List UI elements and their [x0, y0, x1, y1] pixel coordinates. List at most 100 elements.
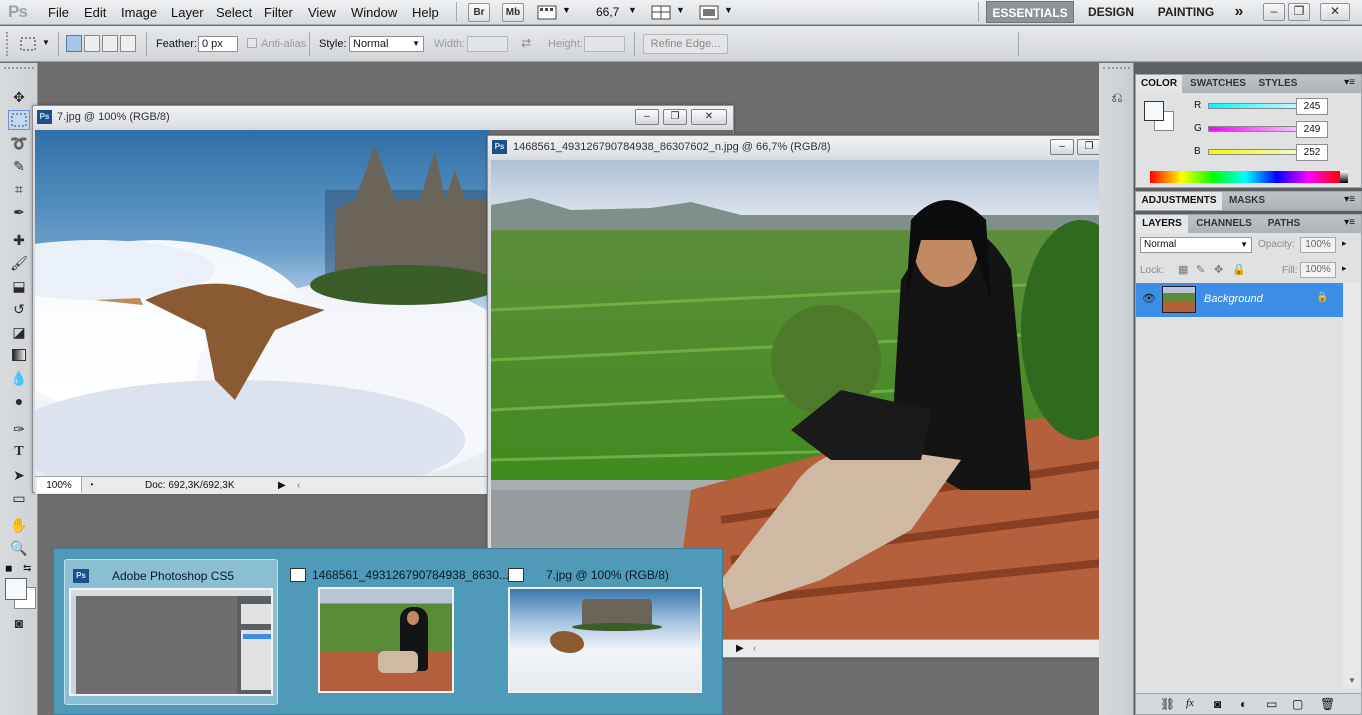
lock-transparency-icon[interactable]: ▦: [1178, 263, 1188, 276]
layer-row-background[interactable]: 👁 Background 🔒: [1136, 283, 1361, 317]
scroll-left-icon[interactable]: ‹: [297, 477, 300, 494]
width-input[interactable]: [467, 36, 508, 52]
feather-input[interactable]: 0 px: [198, 36, 238, 52]
rectangle-shape-tool-icon[interactable]: ▭: [8, 488, 30, 508]
document-titlebar[interactable]: Ps 1468561_493126790784938_86307602_n.jp…: [488, 136, 1150, 158]
status-menu-arrow-icon[interactable]: ▶: [736, 640, 744, 657]
lock-position-icon[interactable]: ✥: [1214, 263, 1223, 276]
zoom-field[interactable]: 100%: [37, 477, 82, 493]
panel-menu-icon[interactable]: ▾≡: [1344, 77, 1355, 88]
restore-app-icon[interactable]: ❐: [1288, 3, 1310, 21]
lasso-tool-icon[interactable]: ➰: [8, 133, 30, 153]
add-mask-icon[interactable]: ◙: [1214, 697, 1221, 711]
maximize-window-icon[interactable]: ❐: [1077, 139, 1101, 155]
taskbar-item-photoshop[interactable]: Ps Adobe Photoshop CS5: [64, 559, 278, 705]
close-window-icon[interactable]: ✕: [691, 109, 727, 125]
menu-filter[interactable]: Filter: [264, 5, 293, 20]
new-selection-icon[interactable]: [66, 35, 82, 52]
add-to-selection-icon[interactable]: [84, 35, 100, 52]
eraser-tool-icon[interactable]: ◪: [8, 322, 30, 342]
menu-image[interactable]: Image: [121, 5, 157, 20]
move-tool-icon[interactable]: ✥: [8, 87, 30, 107]
eyedropper-tool-icon[interactable]: ✒: [8, 202, 30, 222]
workspace-essentials[interactable]: ESSENTIALS: [986, 1, 1074, 23]
type-tool-icon[interactable]: T: [8, 442, 30, 462]
rectangular-marquee-tool-icon[interactable]: [8, 110, 30, 130]
path-selection-tool-icon[interactable]: ➤: [8, 465, 30, 485]
chevron-down-icon[interactable]: ▼: [562, 5, 571, 15]
panel-menu-icon[interactable]: ▾≡: [1344, 217, 1355, 228]
hand-tool-icon[interactable]: ✋: [8, 515, 30, 535]
layer-name[interactable]: Background: [1204, 293, 1263, 305]
scroll-left-icon[interactable]: ‹: [753, 640, 756, 657]
status-menu-arrow-icon[interactable]: ▶: [278, 477, 286, 494]
minimize-window-icon[interactable]: –: [1050, 139, 1074, 155]
chevron-down-icon[interactable]: ▼: [676, 5, 685, 15]
lock-pixels-icon[interactable]: ✎: [1196, 263, 1205, 276]
blue-value[interactable]: 252: [1296, 144, 1328, 161]
tab-paths[interactable]: PATHS: [1260, 215, 1308, 233]
history-brush-tool-icon[interactable]: ↺: [8, 299, 30, 319]
image-canvas-clouds[interactable]: [35, 130, 489, 476]
zoom-level[interactable]: 66,7: [596, 5, 619, 19]
chevron-down-icon[interactable]: ▼: [628, 5, 637, 15]
chevron-down-icon[interactable]: ▼: [724, 5, 733, 15]
bridge-button[interactable]: Br: [468, 3, 490, 22]
pen-tool-icon[interactable]: ✑: [8, 419, 30, 439]
style-select[interactable]: Normal ▼: [349, 36, 424, 52]
fill-input[interactable]: 100%: [1300, 262, 1336, 278]
mini-bridge-button[interactable]: Mb: [502, 3, 524, 22]
document-titlebar[interactable]: Ps 7.jpg @ 100% (RGB/8) – ❐ ✕: [33, 106, 733, 128]
brush-tool-icon[interactable]: 🖌: [8, 253, 30, 273]
taskbar-item-photo-doc[interactable]: 1468561_493126790784938_8630...: [282, 559, 509, 705]
tab-color[interactable]: COLOR: [1136, 75, 1182, 93]
refine-edge-button[interactable]: Refine Edge...: [643, 34, 728, 54]
menu-layer[interactable]: Layer: [171, 5, 204, 20]
blur-tool-icon[interactable]: 💧: [8, 368, 30, 388]
taskbar-item-7jpg[interactable]: 7.jpg @ 100% (RGB/8): [500, 559, 712, 705]
blend-mode-select[interactable]: Normal ▼: [1140, 237, 1252, 253]
new-group-icon[interactable]: ▭: [1266, 697, 1277, 711]
screen-mode-icon[interactable]: [699, 4, 719, 21]
red-value[interactable]: 245: [1296, 98, 1328, 115]
dodge-tool-icon[interactable]: ●: [8, 391, 30, 411]
fill-arrow-icon[interactable]: ▸: [1342, 263, 1347, 274]
maximize-window-icon[interactable]: ❐: [663, 109, 687, 125]
menu-window[interactable]: Window: [351, 5, 397, 20]
tab-layers[interactable]: LAYERS: [1136, 215, 1188, 233]
tab-adjustments[interactable]: ADJUSTMENTS: [1136, 192, 1222, 210]
foreground-color-swatch[interactable]: [5, 578, 27, 600]
layer-style-icon[interactable]: fx: [1186, 697, 1194, 709]
grip-handle[interactable]: [1103, 67, 1130, 73]
quick-mask-icon[interactable]: ◙: [8, 613, 30, 633]
tab-masks[interactable]: MASKS: [1224, 192, 1270, 210]
tab-styles[interactable]: STYLES: [1254, 75, 1302, 93]
menu-view[interactable]: View: [308, 5, 336, 20]
marquee-preset-icon[interactable]: [18, 35, 38, 53]
swap-dimensions-icon[interactable]: ⇄: [521, 36, 531, 50]
menu-select[interactable]: Select: [216, 5, 252, 20]
tab-channels[interactable]: CHANNELS: [1190, 215, 1258, 233]
minimize-app-icon[interactable]: –: [1263, 3, 1285, 21]
adjustment-layer-icon[interactable]: ◐: [1240, 697, 1247, 711]
status-info-icon[interactable]: ◔: [88, 477, 94, 494]
spot-healing-tool-icon[interactable]: ✚: [8, 230, 30, 250]
opacity-input[interactable]: 100%: [1300, 237, 1336, 253]
grip-handle[interactable]: [4, 67, 34, 73]
grip-handle[interactable]: [6, 32, 12, 56]
tab-swatches[interactable]: SWATCHES: [1184, 75, 1252, 93]
more-workspaces-icon[interactable]: »: [1228, 1, 1250, 23]
trash-icon[interactable]: 🗑: [1320, 697, 1335, 711]
color-ramp[interactable]: [1150, 171, 1340, 183]
gradient-tool-icon[interactable]: [8, 345, 30, 365]
swap-colors-icon[interactable]: ⇆: [23, 563, 31, 574]
green-value[interactable]: 249: [1296, 121, 1328, 138]
workspace-painting[interactable]: PAINTING: [1149, 1, 1223, 23]
bw-ramp[interactable]: [1340, 171, 1348, 183]
opacity-arrow-icon[interactable]: ▸: [1342, 238, 1347, 249]
menu-help[interactable]: Help: [412, 5, 439, 20]
link-layers-icon[interactable]: ⛓: [1160, 697, 1175, 711]
lock-all-icon[interactable]: 🔒: [1232, 263, 1246, 276]
intersect-selection-icon[interactable]: [120, 35, 136, 52]
foreground-color-chip[interactable]: [1144, 101, 1164, 121]
